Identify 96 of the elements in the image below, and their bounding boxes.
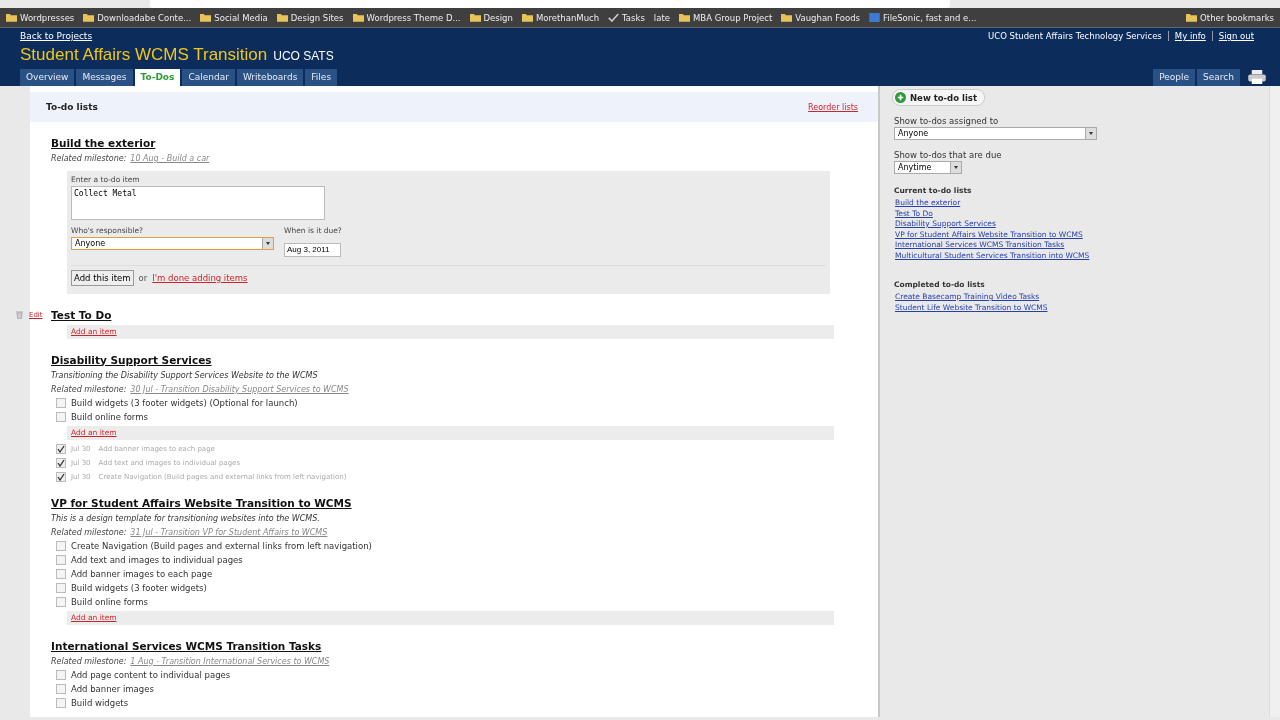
or-text: or — [138, 272, 148, 283]
checkbox[interactable] — [56, 443, 66, 454]
checkbox[interactable] — [56, 582, 66, 593]
folder-icon — [200, 13, 212, 22]
todo-text: Build widgets — [71, 697, 129, 708]
nav-tab[interactable]: People — [1153, 69, 1196, 86]
checkbox[interactable] — [56, 471, 66, 482]
printer-icon[interactable] — [1248, 70, 1266, 84]
plus-icon — [895, 92, 906, 103]
bookmark-item[interactable]: Tasks — [608, 12, 645, 23]
dropdown-arrow-icon — [950, 162, 961, 173]
todo-text: Build online forms — [71, 411, 148, 422]
checkbox[interactable] — [56, 683, 66, 694]
bookmark-item[interactable]: Other bookmarks — [1186, 12, 1274, 23]
assigned-select[interactable]: Anyone — [894, 127, 1097, 140]
nav-tab[interactable]: Writeboards — [236, 69, 304, 86]
folder-icon — [679, 13, 690, 22]
due-select[interactable]: Anytime — [894, 161, 962, 174]
my-info-link[interactable]: My info — [1167, 31, 1206, 41]
todo-text: Create Navigation (Build pages and external links from left navigation) — [71, 540, 372, 551]
checkbox[interactable] — [56, 669, 66, 680]
list-title[interactable]: International Services WCMS Transition Tasks — [51, 639, 322, 652]
nav-tab[interactable]: Overview — [20, 69, 75, 86]
add-item-button[interactable]: Add this item — [71, 269, 134, 286]
checkbox[interactable] — [56, 457, 66, 468]
checkbox[interactable] — [56, 596, 66, 607]
folder-icon — [6, 13, 17, 22]
sign-out-link[interactable]: Sign out — [1211, 31, 1254, 41]
folder-icon — [521, 13, 533, 22]
bookmark-item[interactable]: Wordpresses — [6, 12, 75, 23]
nav-tab[interactable]: To-Dos — [134, 69, 181, 86]
milestone-link[interactable]: 30 Jul - Transition Disability Support Services to WCMS — [130, 384, 349, 394]
todo-text: Add text and images to individual pages — [71, 554, 243, 565]
checkbox[interactable] — [56, 411, 66, 422]
trash-icon[interactable] — [16, 310, 23, 319]
bookmark-item[interactable]: Downloadabe Conte... — [83, 12, 192, 23]
bookmark-item[interactable]: MBA Group Project — [679, 12, 773, 23]
due-date-field[interactable]: Aug 3, 2011 — [284, 242, 341, 257]
filter-label: Show to-dos that are due — [894, 150, 1002, 160]
milestone-label: Related milestone: — [51, 154, 127, 163]
todo-text: Add page content to individual pages — [71, 669, 231, 680]
list-description: Transitioning the Disability Support Services Website to the WCMS — [51, 370, 319, 380]
todo-text: Build online forms — [71, 596, 148, 607]
section-heading: To-do lists — [46, 102, 98, 112]
folder-icon — [83, 13, 95, 22]
nav-tab[interactable]: Search — [1197, 69, 1240, 86]
account-name: UCO Student Affairs Technology Services — [988, 31, 1162, 41]
responsible-select[interactable]: Anyone — [71, 237, 274, 250]
folder-icon — [276, 13, 288, 22]
milestone-label: Related milestone: — [51, 527, 127, 537]
milestone-link[interactable]: 31 Jul - Transition VP for Student Affairs to WCMS — [130, 527, 328, 537]
site-icon — [869, 13, 880, 22]
checkbox[interactable] — [56, 540, 66, 551]
todo-text: Add banner images to each page — [71, 568, 213, 579]
folder-icon — [781, 13, 793, 22]
milestone-link[interactable]: 1 Aug - Transition International Services to WCMS — [130, 656, 330, 666]
milestone-link[interactable]: 10 Aug - Build a car — [130, 154, 210, 163]
dropdown-arrow-icon — [262, 238, 273, 249]
todo-text: Build widgets (3 footer widgets) — [71, 582, 207, 593]
checkbox[interactable] — [56, 554, 66, 565]
bookmark-item[interactable]: MorethanMuch — [521, 12, 600, 23]
milestone-label: Related milestone: — [51, 384, 127, 394]
list-description: This is a design template for transitioning websites into the WCMS. — [51, 513, 321, 523]
folder-icon — [469, 13, 481, 22]
bookmark-item[interactable]: Design Sites — [276, 12, 344, 23]
folder-icon — [352, 13, 364, 22]
nav-tab[interactable]: Calendar — [182, 69, 235, 86]
project-title: Student Affairs WCMS Transition — [20, 45, 268, 65]
bookmark-item[interactable]: FileSonic, fast and e... — [869, 12, 977, 23]
bookmark-item[interactable]: Wordpress Theme D... — [352, 12, 461, 23]
checkbox[interactable] — [56, 568, 66, 579]
company-name: UCO SATS — [273, 49, 334, 63]
check-icon — [608, 13, 620, 22]
list-title[interactable]: Test To Do — [51, 308, 112, 321]
todo-input-field[interactable]: Collect Metal — [71, 186, 325, 220]
todo-text: Add banner images — [71, 683, 154, 694]
checkbox[interactable] — [56, 397, 66, 408]
done-link[interactable]: I'm done adding items — [152, 272, 248, 283]
nav-tab[interactable]: Files — [305, 69, 338, 86]
list-title[interactable]: Disability Support Services — [51, 353, 212, 366]
list-title[interactable]: VP for Student Affairs Website Transition to WCMS — [51, 496, 352, 509]
nav-tab[interactable]: Messages — [76, 69, 133, 86]
filter-label: Show to-dos assigned to — [894, 116, 999, 126]
bookmark-item[interactable]: late — [653, 12, 670, 23]
list-title[interactable]: Build the exterior — [51, 137, 156, 149]
milestone-label: Related milestone: — [51, 656, 127, 666]
todo-text: Build widgets (3 footer widgets) (Optional for launch) — [71, 397, 298, 408]
bookmark-item[interactable]: Social Media — [200, 12, 268, 23]
checkbox[interactable] — [56, 697, 66, 708]
new-list-button[interactable]: New to-do list — [892, 89, 985, 106]
folder-icon — [1186, 13, 1198, 22]
reorder-link[interactable]: Reorder lists — [808, 102, 858, 112]
bookmark-item[interactable]: Design — [469, 12, 513, 23]
bookmark-item[interactable]: Vaughan Foods — [781, 12, 860, 23]
back-link[interactable]: Back to Projects — [20, 31, 93, 41]
dropdown-arrow-icon — [1085, 128, 1096, 139]
